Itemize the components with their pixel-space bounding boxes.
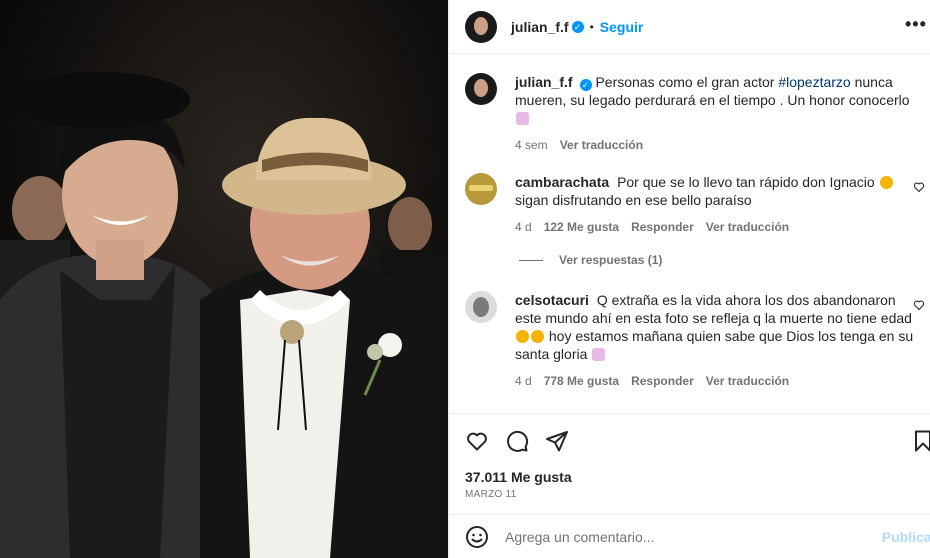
avatar[interactable]	[465, 73, 497, 105]
avatar[interactable]	[465, 173, 497, 205]
author-username[interactable]: julian_f.f	[511, 19, 569, 35]
translate-button[interactable]: Ver traducción	[560, 138, 643, 152]
more-options-icon[interactable]: •••	[905, 15, 926, 37]
comment-time[interactable]: 4 d	[515, 220, 532, 234]
heart-icon[interactable]	[465, 429, 489, 453]
view-replies-button[interactable]: Ver respuestas (1)	[519, 253, 662, 267]
reply-button[interactable]: Responder	[631, 220, 694, 234]
post-header: julian_f.f ✓ • Seguir •••	[449, 0, 930, 54]
bookmark-icon[interactable]	[911, 429, 930, 453]
comment-meta: 4 d 122 Me gusta Responder Ver traducció…	[515, 220, 917, 234]
action-bar	[449, 413, 930, 458]
comment-username[interactable]: cambarachata	[515, 174, 609, 190]
separator-dot: •	[589, 19, 594, 34]
caption-meta: 4 sem Ver traducción	[515, 138, 917, 152]
comment-likes[interactable]: 122 Me gusta	[544, 220, 619, 234]
comment-likes[interactable]: 778 Me gusta	[544, 374, 619, 388]
comments-list: julian_f.f ✓ Personas como el gran actor …	[449, 55, 930, 412]
praying-emoji-icon	[592, 348, 606, 361]
post-dialog: julian_f.f ✓ • Seguir ••• julian_f.f ✓ Pe…	[0, 0, 930, 558]
caption-time[interactable]: 4 sem	[515, 138, 548, 152]
publish-button[interactable]: Publicar	[882, 529, 930, 545]
sad-emoji-icon	[516, 330, 529, 343]
photo-illustration	[0, 0, 448, 558]
sad-emoji-icon	[531, 330, 544, 343]
comment-text-part: Por que se lo llevo tan rápido don Ignac…	[617, 174, 875, 190]
comment-item: celsotacuri Q extraña es la vida ahora l…	[465, 291, 930, 388]
comment-time[interactable]: 4 d	[515, 374, 532, 388]
comment-text-part: hoy estamos mañana quien sabe que Dios l…	[515, 328, 914, 362]
verified-icon: ✓	[571, 20, 584, 33]
caption-text: julian_f.f ✓ Personas como el gran actor …	[515, 73, 917, 127]
praying-emoji-icon	[516, 112, 529, 125]
post-date[interactable]: MARZO 11	[465, 489, 517, 500]
reply-button[interactable]: Responder	[631, 374, 694, 388]
replies-line	[519, 259, 543, 261]
comment-text: cambarachata Por que se lo llevo tan ráp…	[515, 173, 917, 209]
verified-icon: ✓	[579, 79, 592, 91]
caption-text-before: Personas como el gran actor	[595, 74, 775, 90]
send-icon[interactable]	[545, 429, 569, 453]
comment-like-icon[interactable]	[913, 299, 925, 311]
comment-username[interactable]: celsotacuri	[515, 292, 589, 308]
avatar[interactable]	[465, 291, 497, 323]
avatar[interactable]	[465, 10, 497, 43]
sad-emoji-icon	[879, 176, 893, 189]
comment-item: cambarachata Por que se lo llevo tan ráp…	[465, 173, 930, 234]
caption: julian_f.f ✓ Personas como el gran actor …	[465, 73, 930, 152]
translate-button[interactable]: Ver traducción	[706, 220, 789, 234]
comment-like-icon[interactable]	[913, 181, 925, 193]
post-photo	[0, 0, 448, 558]
emoji-icon[interactable]	[465, 525, 489, 549]
follow-button[interactable]: Seguir	[600, 19, 644, 35]
post-side-panel: julian_f.f ✓ • Seguir ••• julian_f.f ✓ Pe…	[448, 0, 930, 558]
comment-text: celsotacuri Q extraña es la vida ahora l…	[515, 291, 917, 363]
translate-button[interactable]: Ver traducción	[706, 374, 789, 388]
comment-icon[interactable]	[505, 429, 529, 453]
comment-text-part: sigan disfrutando en ese bello paraíso	[515, 192, 752, 208]
view-replies-label: Ver respuestas (1)	[559, 253, 663, 267]
comment-meta: 4 d 778 Me gusta Responder Ver traducció…	[515, 374, 917, 388]
likes-count[interactable]: 37.011 Me gusta	[465, 469, 572, 485]
comment-composer: Publicar	[449, 514, 930, 558]
comment-input[interactable]	[505, 528, 865, 545]
caption-username[interactable]: julian_f.f	[515, 74, 573, 90]
hashtag-link[interactable]: #lopeztarzo	[778, 74, 850, 90]
